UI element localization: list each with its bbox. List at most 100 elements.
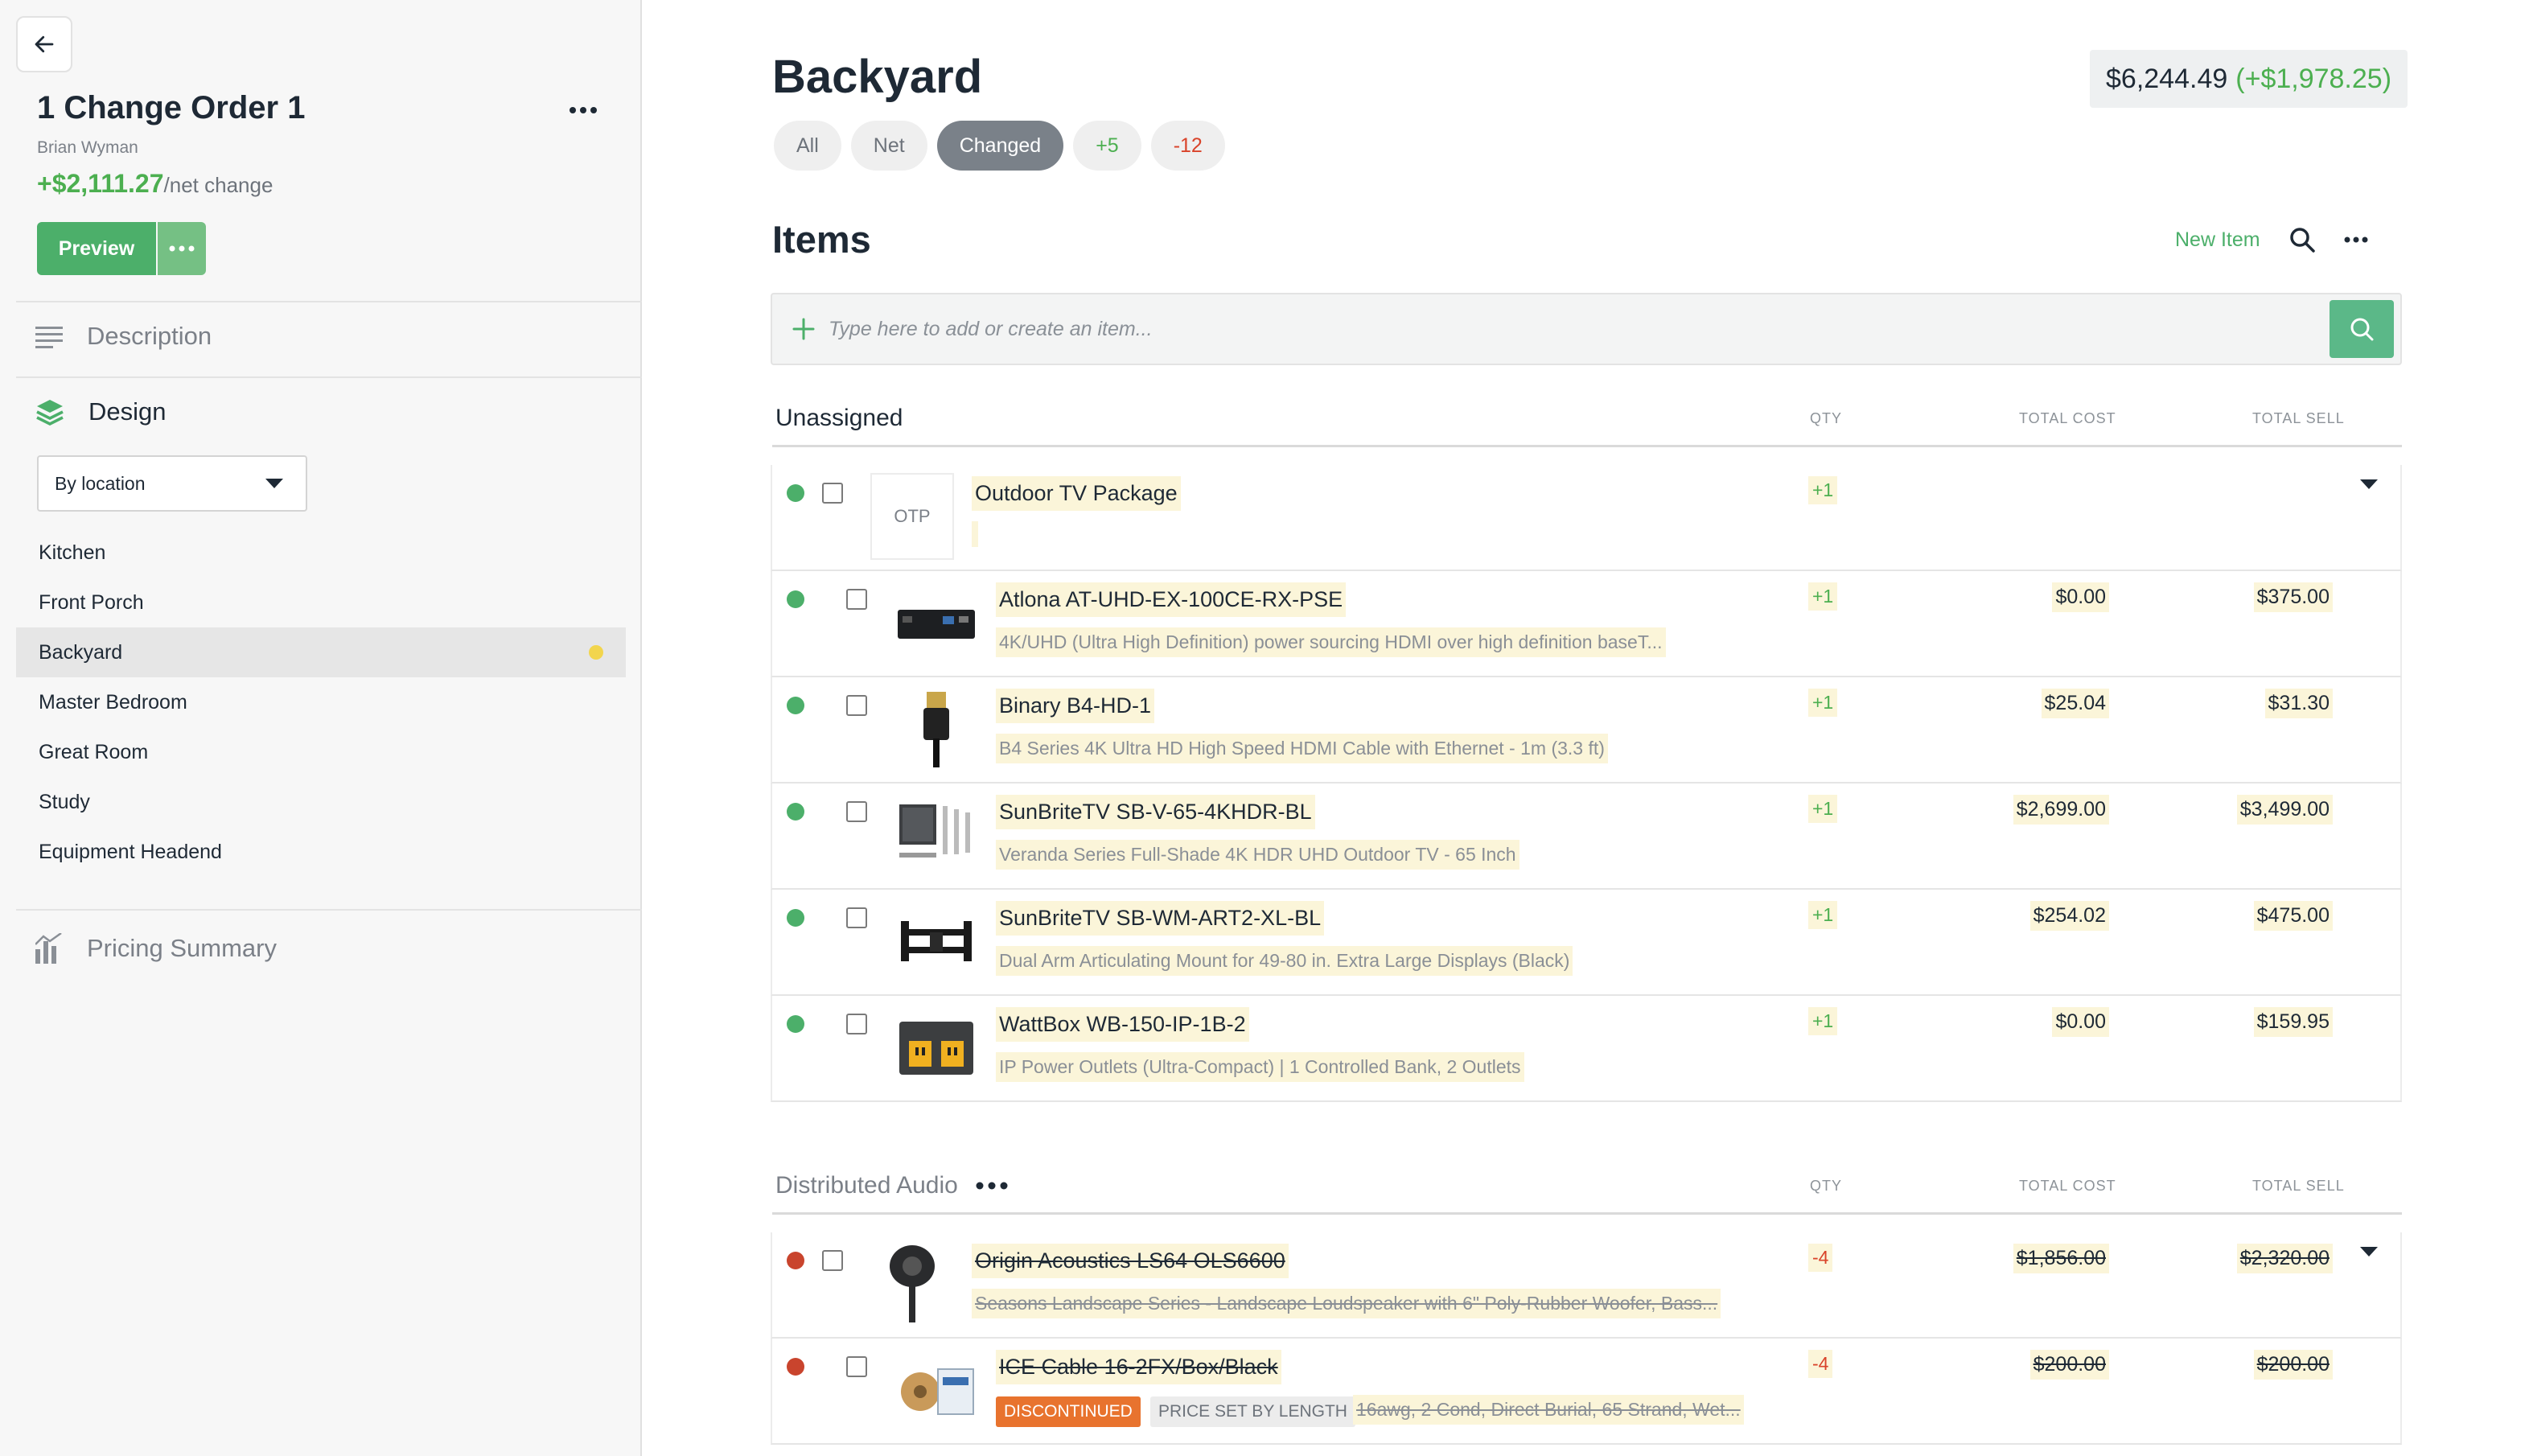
price-by-length-badge: PRICE SET BY LENGTH <box>1150 1396 1355 1427</box>
filter-changed[interactable]: Changed <box>936 121 1064 171</box>
item-total-cost: $25.04 <box>2041 689 2109 718</box>
group-header-unassigned: Unassigned QTY TOTAL COST TOTAL SELL <box>772 391 2402 447</box>
status-removed-dot <box>787 1252 804 1269</box>
search-icon <box>2350 318 2374 341</box>
location-label: Kitchen <box>39 541 106 564</box>
location-total-change: (+$1,978.25) <box>2235 63 2392 94</box>
filter-removed[interactable]: -12 <box>1150 121 1225 171</box>
filter-net[interactable]: Net <box>850 121 927 171</box>
text-lines-icon <box>35 327 63 348</box>
row-checkbox[interactable] <box>846 907 867 928</box>
item-name[interactable]: WattBox WB-150-IP-1B-2 <box>996 1007 1249 1042</box>
item-name[interactable]: Outdoor TV Package <box>972 476 1181 511</box>
hdmi-cable-image <box>923 692 949 767</box>
table-row[interactable]: SunBriteTV SB-V-65-4KHDR-BL Veranda Seri… <box>771 784 2402 890</box>
cable-box-image <box>901 1368 974 1415</box>
location-item[interactable]: Front Porch <box>16 578 626 627</box>
document-title: 1 Change Order 1 <box>37 90 306 125</box>
product-image <box>894 579 978 666</box>
location-item[interactable]: Master Bedroom <box>16 677 626 727</box>
nav-pricing-summary[interactable]: Pricing Summary <box>35 933 277 964</box>
caret-down-icon[interactable] <box>2360 479 2378 489</box>
row-checkbox[interactable] <box>846 695 867 716</box>
status-removed-dot <box>787 1358 804 1376</box>
divider <box>16 909 642 911</box>
preview-button[interactable]: Preview <box>37 222 156 275</box>
nav-design-label: Design <box>88 397 167 426</box>
add-item-input[interactable] <box>829 317 2330 341</box>
document-more-button[interactable] <box>563 98 603 122</box>
item-name[interactable]: ICE Cable 16-2FX/Box/Black <box>996 1350 1281 1384</box>
net-change: +$2,111.27/net change <box>37 169 273 199</box>
item-qty[interactable]: +1 <box>1808 689 1838 717</box>
caret-down-icon[interactable] <box>2360 1247 2378 1257</box>
item-total-cost: $1,856.00 <box>2013 1244 2109 1273</box>
nav-pricing-label: Pricing Summary <box>87 934 277 962</box>
changed-indicator-dot <box>589 645 603 660</box>
table-row[interactable]: Origin Acoustics LS64 OLS6600 Seasons La… <box>771 1232 2402 1339</box>
item-name[interactable]: Atlona AT-UHD-EX-100CE-RX-PSE <box>996 582 1347 617</box>
search-icon[interactable] <box>2289 227 2315 253</box>
more-horizontal-icon[interactable] <box>976 1182 1008 1190</box>
row-checkbox[interactable] <box>822 483 843 504</box>
nav-design[interactable]: Design <box>35 397 167 426</box>
table-row[interactable]: OTP Outdoor TV Package +1 <box>771 465 2402 571</box>
item-total-cost: $254.02 <box>2029 901 2109 931</box>
location-item[interactable]: Great Room <box>16 727 626 777</box>
item-total-sell: $31.30 <box>2264 689 2333 718</box>
location-item-active[interactable]: Backyard <box>16 627 626 677</box>
net-change-label: /net change <box>163 173 273 197</box>
preview-options-button[interactable] <box>158 222 206 275</box>
item-description: 16awg, 2 Cond, Direct Burial, 65 Strand,… <box>1353 1395 1744 1425</box>
nav-description[interactable]: Description <box>35 322 212 351</box>
row-checkbox[interactable] <box>846 1014 867 1034</box>
item-qty[interactable]: +1 <box>1808 1007 1838 1035</box>
item-name[interactable]: Origin Acoustics LS64 OLS6600 <box>972 1244 1289 1278</box>
product-image <box>894 685 978 772</box>
location-label: Backyard <box>39 640 123 664</box>
item-qty[interactable]: -4 <box>1808 1244 1833 1272</box>
item-total-cost: $2,699.00 <box>2013 795 2109 825</box>
column-total-sell: TOTAL SELL <box>2252 410 2345 426</box>
document-author: Brian Wyman <box>37 138 138 157</box>
table-row[interactable]: WattBox WB-150-IP-1B-2 IP Power Outlets … <box>771 996 2402 1102</box>
table-row[interactable]: SunBriteTV SB-WM-ART2-XL-BL Dual Arm Art… <box>771 890 2402 996</box>
power-outlet-image <box>899 1022 973 1075</box>
group-by-select[interactable]: By location <box>37 455 307 512</box>
items-heading: Items <box>772 218 871 261</box>
row-checkbox[interactable] <box>822 1250 843 1271</box>
item-qty[interactable]: +1 <box>1808 901 1838 929</box>
items-actions: New Item <box>2175 227 2368 253</box>
row-checkbox[interactable] <box>846 1356 867 1377</box>
item-qty[interactable]: -4 <box>1808 1350 1833 1378</box>
add-item-search-button[interactable] <box>2330 300 2394 358</box>
location-item[interactable]: Kitchen <box>16 528 626 578</box>
product-image <box>894 1347 978 1433</box>
table-row[interactable]: Binary B4-HD-1 B4 Series 4K Ultra HD Hig… <box>771 677 2402 784</box>
item-qty[interactable]: +1 <box>1808 476 1838 504</box>
row-checkbox[interactable] <box>846 589 867 610</box>
filter-added[interactable]: +5 <box>1073 121 1141 171</box>
location-total-value: $6,244.49 <box>2106 63 2228 94</box>
back-button[interactable] <box>16 16 72 72</box>
status-added-dot <box>787 1015 804 1033</box>
item-name[interactable]: SunBriteTV SB-V-65-4KHDR-BL <box>996 795 1315 829</box>
group-header-distributed-audio: Distributed Audio QTY TOTAL COST TOTAL S… <box>772 1158 2402 1215</box>
item-qty[interactable]: +1 <box>1808 795 1838 823</box>
column-total-sell: TOTAL SELL <box>2252 1178 2345 1194</box>
item-total-sell: $159.95 <box>2253 1007 2333 1037</box>
location-item[interactable]: Study <box>16 777 626 827</box>
nav-description-label: Description <box>87 322 212 350</box>
table-row[interactable]: Atlona AT-UHD-EX-100CE-RX-PSE 4K/UHD (Ul… <box>771 571 2402 677</box>
item-qty[interactable]: +1 <box>1808 582 1838 611</box>
filter-all[interactable]: All <box>774 121 841 171</box>
divider <box>16 376 642 378</box>
location-item[interactable]: Equipment Headend <box>16 827 626 877</box>
table-row[interactable]: ICE Cable 16-2FX/Box/Black DISCONTINUED … <box>771 1339 2402 1445</box>
item-name[interactable]: Binary B4-HD-1 <box>996 689 1155 723</box>
more-horizontal-icon[interactable] <box>2344 236 2368 243</box>
new-item-button[interactable]: New Item <box>2175 228 2260 252</box>
item-name[interactable]: SunBriteTV SB-WM-ART2-XL-BL <box>996 901 1325 936</box>
row-checkbox[interactable] <box>846 801 867 822</box>
column-qty: QTY <box>1810 410 1843 426</box>
